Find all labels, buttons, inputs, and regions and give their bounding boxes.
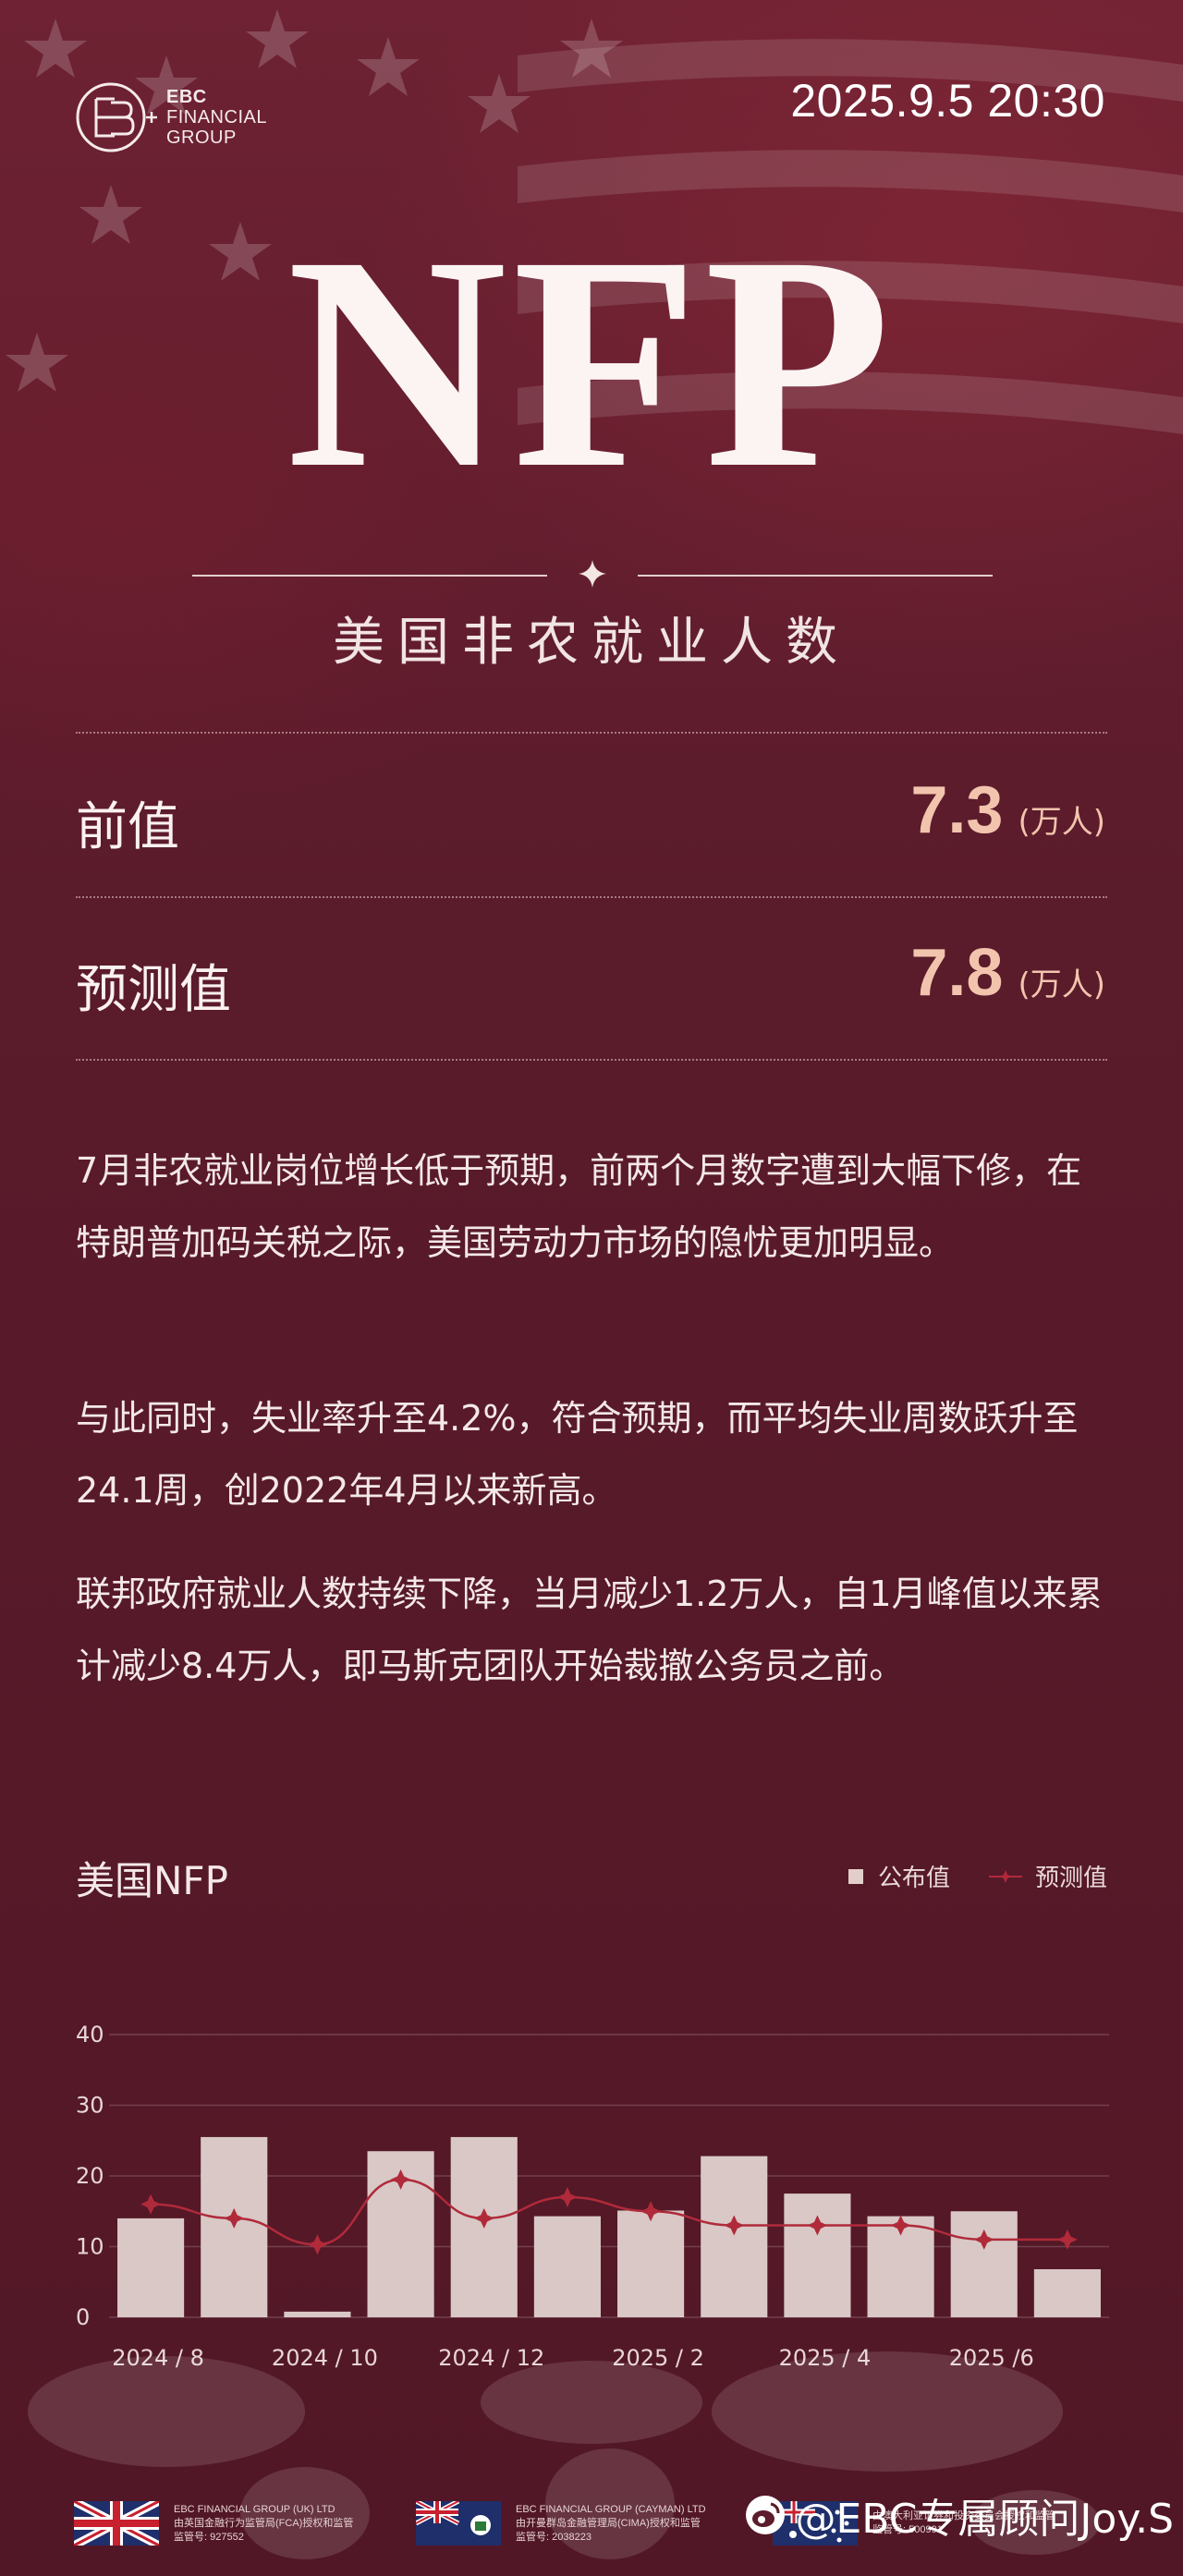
sparkle-icon: [579, 560, 606, 588]
paragraph-2: 与此同时，失业率升至4.2%，符合预期，而平均失业周数跃升至24.1周，创202…: [76, 1398, 1079, 1511]
watermark-text: @EBC专属顾问Joy.S: [795, 2496, 1174, 2543]
bar-actual: [701, 2156, 768, 2317]
legend-bar-swatch: [848, 1868, 863, 1884]
divider-left: [192, 575, 547, 577]
brand-line-2: FINANCIAL: [166, 107, 267, 128]
reg-cayman-name: EBC FINANCIAL GROUP (CAYMAN) LTD: [516, 2503, 706, 2515]
forecast-value: 7.8: [910, 936, 1004, 1010]
previous-unit: (万人): [1018, 804, 1105, 841]
ebc-logo: EBC FINANCIAL GROUP: [74, 67, 296, 168]
y-tick-label: 40: [76, 2022, 104, 2047]
forecast-value-group: 7.8 (万人): [910, 935, 1105, 1011]
release-datetime: 2025.9.5 20:30: [790, 75, 1105, 127]
bar-actual: [950, 2211, 1018, 2317]
paragraph-3: 联邦政府就业人数持续下降，当月减少1.2万人，自1月峰值以来累计减少8.4万人，…: [76, 1574, 1103, 1686]
y-tick-label: 0: [76, 2304, 90, 2330]
page-subtitle: 美国非农就业人数: [333, 613, 850, 673]
legend-forecast-label: 预测值: [1034, 1865, 1107, 1892]
forecast-point: [307, 2234, 328, 2255]
page-title: NFP: [287, 194, 896, 531]
bar-actual: [617, 2210, 685, 2317]
ebc-logo-mark-icon: [76, 82, 157, 152]
uk-flag-icon: [74, 2501, 159, 2546]
bar-actual: [784, 2193, 851, 2317]
forecast-unit: (万人): [1018, 966, 1105, 1003]
y-tick-label: 20: [76, 2163, 104, 2189]
legend-actual-label: 公布值: [877, 1865, 950, 1892]
brand-line-1: EBC: [166, 87, 207, 107]
reg-uk-name: EBC FINANCIAL GROUP (UK) LTD: [174, 2503, 335, 2515]
previous-value: 7.3: [910, 773, 1004, 847]
forecast-point: [556, 2186, 578, 2207]
regulator-uk: EBC FINANCIAL GROUP (UK) LTD 由英国金融行为监管局(…: [74, 2498, 353, 2548]
brand-line-3: GROUP: [166, 128, 237, 148]
chart-title: 美国NFP: [76, 1858, 228, 1903]
bar-actual: [284, 2311, 351, 2317]
weibo-logo-icon: [746, 2496, 786, 2534]
legend-forecast-marker-icon: [988, 1869, 1022, 1883]
y-tick-label: 10: [76, 2234, 104, 2260]
bar-actual: [117, 2218, 185, 2317]
paragraph-1: 7月非农就业岗位增长低于预期，前两个月数字遭到大幅下修，在特朗普加码关税之际，美…: [76, 1150, 1082, 1263]
reg-uk-line3: 监管号: 927552: [174, 2531, 244, 2543]
previous-value-group: 7.3 (万人): [910, 772, 1105, 848]
separator: [76, 1059, 1107, 1061]
cayman-flag-icon: [416, 2501, 501, 2546]
forecast-label: 预测值: [76, 960, 231, 1020]
chart-legend: 公布值 预测值: [848, 1859, 1107, 1893]
weibo-watermark: @EBC专属顾问Joy.S: [745, 2485, 1174, 2545]
reg-uk-line2: 由英国金融行为监管局(FCA)授权和监管: [174, 2517, 354, 2529]
bar-actual: [533, 2216, 601, 2317]
separator: [76, 896, 1107, 898]
bar-actual: [1033, 2268, 1101, 2317]
regulator-cayman: EBC FINANCIAL GROUP (CAYMAN) LTD 由开曼群岛金融…: [416, 2498, 706, 2548]
separator: [76, 732, 1107, 734]
divider-right: [638, 575, 993, 577]
forecast-point: [140, 2193, 162, 2215]
previous-label: 前值: [76, 797, 179, 857]
reg-cayman-line3: 监管号: 2038223: [516, 2531, 592, 2543]
y-tick-label: 30: [76, 2093, 104, 2119]
reg-cayman-line2: 由开曼群岛金融管理局(CIMA)授权和监管: [516, 2517, 701, 2529]
